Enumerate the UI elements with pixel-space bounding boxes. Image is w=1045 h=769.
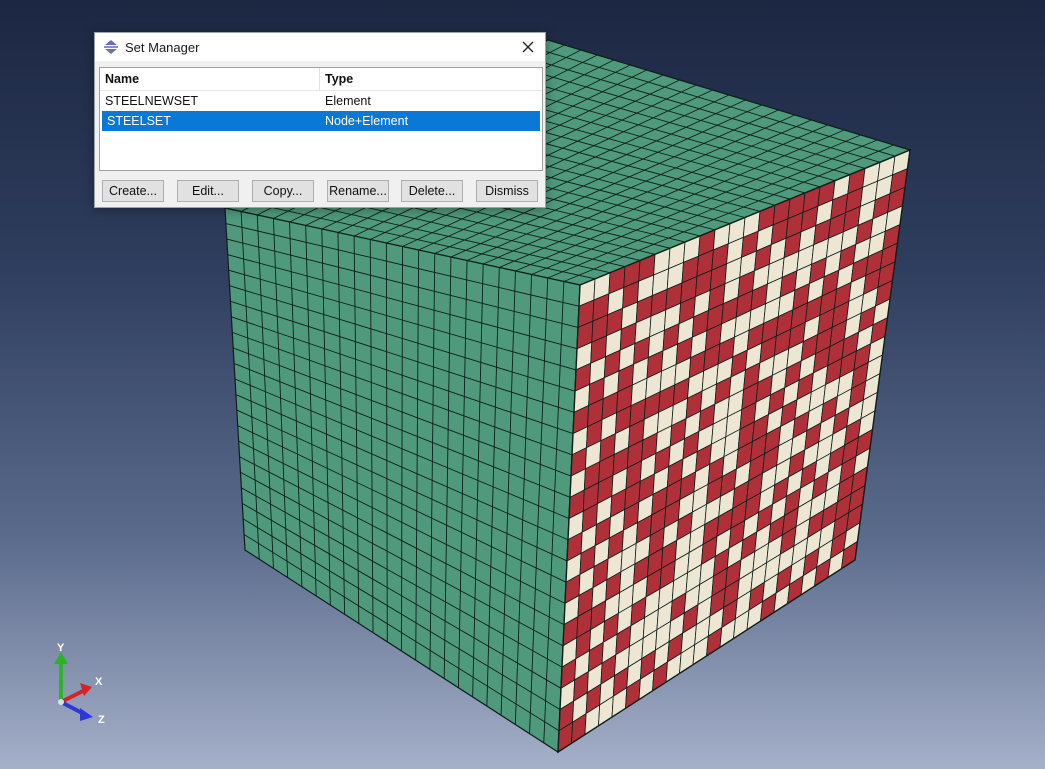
close-icon <box>522 41 534 53</box>
axis-label-z: Z <box>98 714 105 726</box>
axis-label-y: Y <box>57 642 65 654</box>
view-triad: Y X Z <box>40 640 120 730</box>
dismiss-button[interactable]: Dismiss <box>476 180 538 202</box>
dialog-buttons: Create... Edit... Copy... Rename... Dele… <box>102 180 540 202</box>
copy-button[interactable]: Copy... <box>252 180 314 202</box>
delete-button[interactable]: Delete... <box>401 180 463 202</box>
rename-button[interactable]: Rename... <box>327 180 389 202</box>
column-header-type[interactable]: Type <box>320 68 542 90</box>
close-button[interactable] <box>517 36 539 58</box>
table-row[interactable]: STEELNEWSET Element <box>100 91 542 111</box>
axis-label-x: X <box>95 676 103 688</box>
set-manager-dialog: Set Manager Name Type STEELNEWSET Elemen… <box>94 32 546 208</box>
set-manager-icon <box>103 39 119 55</box>
row-name: STEELNEWSET <box>105 94 199 108</box>
dialog-title: Set Manager <box>125 39 200 55</box>
create-button[interactable]: Create... <box>102 180 164 202</box>
edit-button[interactable]: Edit... <box>177 180 239 202</box>
row-type: Element <box>325 94 371 108</box>
row-name: STEELSET <box>107 114 171 128</box>
row-type: Node+Element <box>325 114 409 128</box>
list-header: Name Type <box>100 68 542 91</box>
axis-triad-icon <box>54 652 93 721</box>
dialog-titlebar[interactable]: Set Manager <box>95 33 545 61</box>
set-list[interactable]: Name Type STEELNEWSET Element STEELSET N… <box>99 67 543 171</box>
column-header-name[interactable]: Name <box>100 68 320 90</box>
table-row-selected[interactable]: STEELSET Node+Element <box>102 111 540 131</box>
